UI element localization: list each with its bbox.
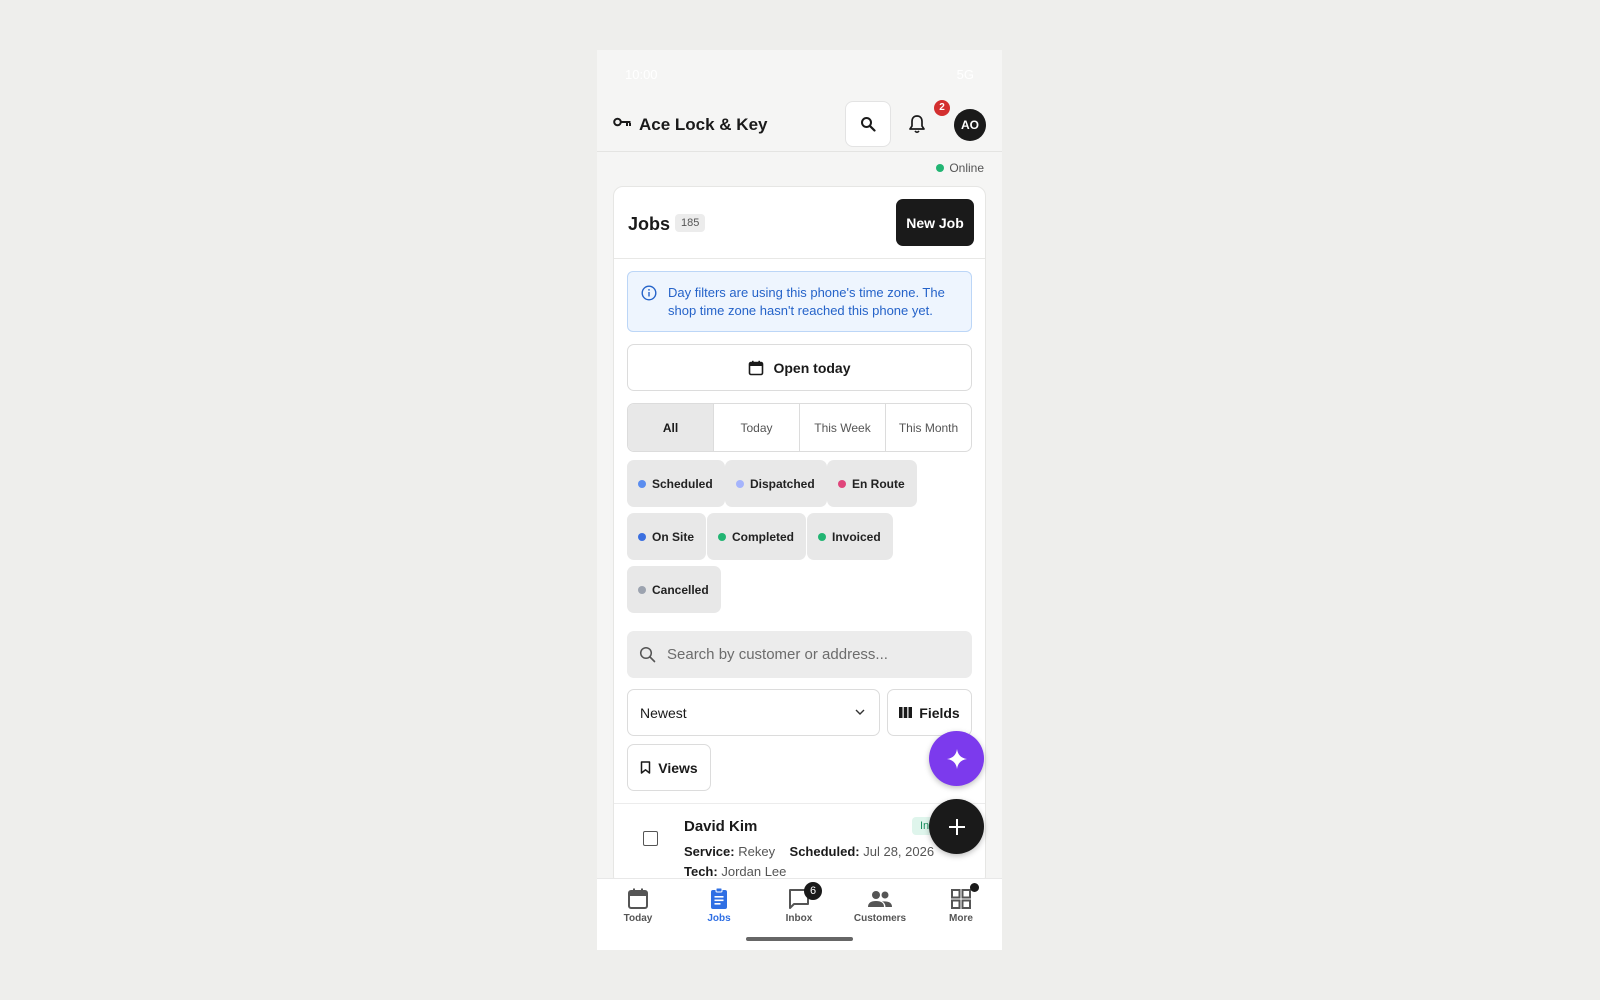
status-filter-label: Invoiced — [832, 529, 881, 544]
status-dot-icon — [638, 585, 646, 594]
sparkle-icon — [946, 748, 967, 769]
nav-label-inbox: Inbox — [785, 913, 813, 924]
phone-screen: 10:00 5G Ace Lock & Key 2 AO Online Jobs… — [597, 50, 1002, 950]
customer-name: David Kim — [684, 818, 758, 835]
page-title: Jobs — [628, 214, 671, 234]
status-filter-label: Scheduled — [652, 476, 713, 491]
nav-item-jobs[interactable]: Jobs — [684, 887, 754, 931]
bottom-nav: Today Jobs Inbox 6 Customers More — [597, 878, 1002, 950]
info-icon — [641, 285, 657, 301]
search-button[interactable] — [845, 101, 891, 147]
search-icon — [861, 117, 876, 132]
grid-icon — [951, 889, 971, 909]
status-filter-label: Completed — [732, 529, 795, 544]
brand-name: Ace Lock & Key — [639, 115, 768, 134]
nav-item-inbox[interactable]: Inbox 6 — [764, 882, 834, 931]
status-time: 10:00 — [625, 67, 658, 82]
status-network: 5G — [956, 67, 974, 82]
nav-label-today: Today — [623, 913, 653, 924]
status-filter-label: En Route — [852, 476, 905, 491]
status-filter-on-site[interactable]: On Site — [627, 513, 707, 560]
nav-item-today[interactable]: Today — [603, 887, 673, 931]
day-filter-this-month[interactable]: This Month — [886, 404, 971, 451]
connection-status: Online — [936, 161, 984, 175]
status-filter-completed[interactable]: Completed — [707, 513, 807, 560]
scheduled-value: Jul 28, 2026 — [863, 844, 935, 859]
nav-item-customers[interactable]: Customers — [845, 887, 915, 931]
status-bar: 10:00 5G — [597, 50, 1002, 100]
views-button[interactable]: Views — [627, 744, 711, 791]
timezone-info-banner: Day filters are using this phone's time … — [627, 271, 972, 332]
nav-label-customers: Customers — [853, 913, 907, 924]
more-indicator-dot — [970, 883, 979, 892]
avatar[interactable]: AO — [954, 109, 986, 141]
status-dot-icon — [818, 532, 826, 541]
open-today-label: Open today — [773, 359, 851, 376]
app-bar: Ace Lock & Key 2 AO — [597, 100, 1002, 152]
jobs-card: Jobs 185 New Job Day filters are using t… — [613, 186, 986, 886]
notification-badge: 2 — [934, 100, 950, 116]
status-filter-cancelled[interactable]: Cancelled — [627, 566, 721, 613]
status-filter-label: Dispatched — [750, 476, 815, 491]
status-dot-icon — [718, 532, 726, 541]
row-checkbox[interactable] — [643, 831, 658, 846]
status-filter-scheduled[interactable]: Scheduled — [627, 460, 725, 507]
day-filter-all[interactable]: All — [628, 404, 714, 451]
fields-label: Fields — [919, 704, 960, 721]
home-indicator[interactable] — [746, 937, 853, 941]
status-dot-icon — [838, 479, 846, 488]
jobs-header: Jobs 185 New Job — [614, 187, 985, 259]
chevron-down-icon — [855, 709, 865, 715]
status-filter-en-route[interactable]: En Route — [827, 460, 917, 507]
scheduled-label: Scheduled: — [789, 844, 860, 859]
online-dot-icon — [936, 164, 945, 172]
calendar-icon — [628, 888, 648, 909]
tech-value: Jordan Lee — [721, 864, 787, 879]
add-button[interactable] — [929, 799, 984, 854]
nav-label-jobs: Jobs — [707, 913, 731, 924]
plus-icon — [948, 818, 965, 835]
search-icon — [639, 646, 656, 663]
status-dot-icon — [638, 479, 646, 488]
inbox-badge: 6 — [804, 882, 822, 900]
sort-value: Newest — [640, 704, 687, 721]
ai-assistant-button[interactable] — [929, 731, 984, 786]
job-search-input[interactable] — [667, 631, 962, 678]
status-filter-invoiced[interactable]: Invoiced — [807, 513, 893, 560]
nav-label-more: More — [949, 913, 973, 924]
people-icon — [868, 891, 892, 907]
bell-icon[interactable] — [906, 113, 928, 135]
clipboard-icon — [711, 887, 727, 909]
nav-item-more[interactable]: More — [926, 883, 996, 931]
status-dot-icon — [736, 479, 744, 488]
jobs-count-badge: 185 — [675, 214, 706, 232]
job-details-line: Service: Rekey Scheduled: Jul 28, 2026 — [684, 844, 934, 859]
views-label: Views — [658, 759, 698, 776]
open-today-button[interactable]: Open today — [627, 344, 972, 391]
job-tech-line: Tech: Jordan Lee — [684, 864, 786, 879]
fields-button[interactable]: Fields — [887, 689, 972, 736]
status-filter-label: Cancelled — [652, 582, 709, 597]
info-banner-text: Day filters are using this phone's time … — [668, 285, 945, 318]
calendar-icon — [749, 360, 764, 375]
connection-status-label: Online — [949, 161, 984, 175]
tech-label: Tech: — [684, 864, 718, 879]
service-label: Service: — [684, 844, 735, 859]
job-search-field — [627, 631, 972, 678]
day-filter-this-week[interactable]: This Week — [800, 404, 886, 451]
status-filter-dispatched[interactable]: Dispatched — [725, 460, 827, 507]
status-filter-label: On Site — [652, 529, 695, 544]
key-icon — [613, 117, 631, 127]
day-filter-today[interactable]: Today — [714, 404, 800, 451]
bookmark-icon — [641, 761, 651, 774]
sort-select[interactable]: Newest — [627, 689, 880, 736]
new-job-button[interactable]: New Job — [896, 199, 974, 246]
status-dot-icon — [638, 532, 646, 541]
columns-icon — [899, 707, 913, 718]
day-filter-segmented: All Today This Week This Month — [627, 403, 972, 452]
service-value: Rekey — [738, 844, 776, 859]
